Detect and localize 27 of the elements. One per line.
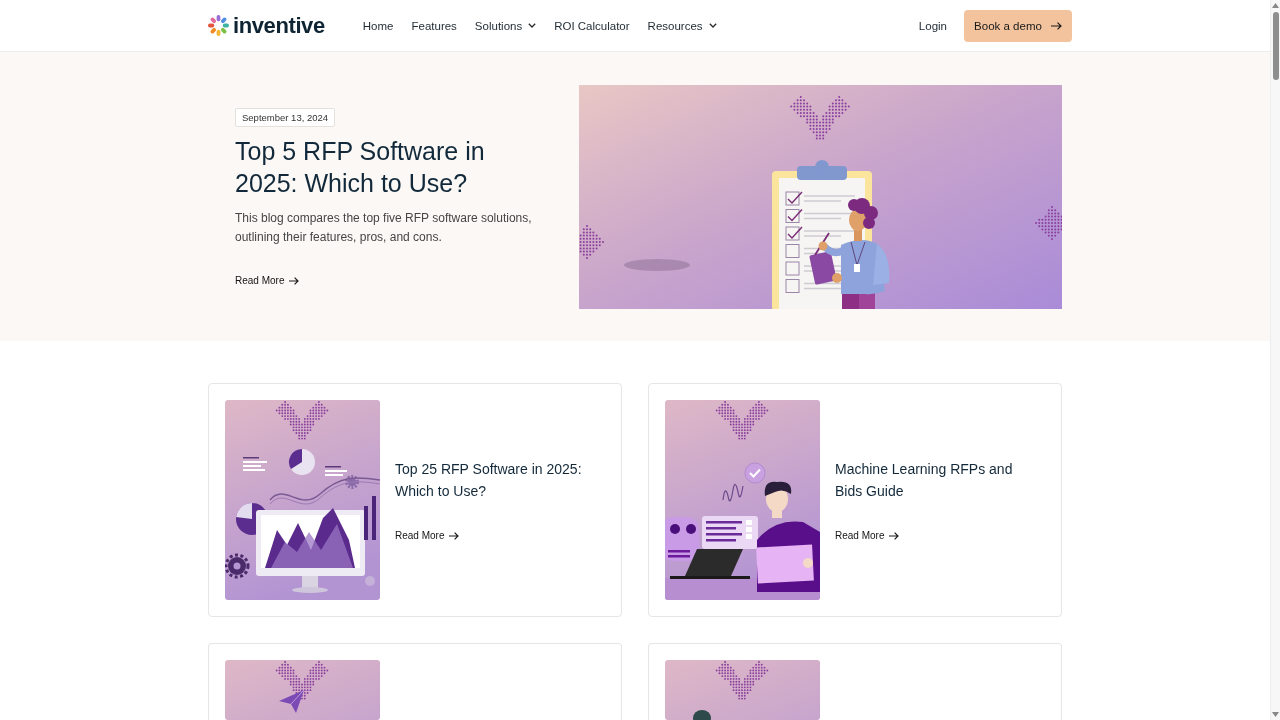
article-summary: This blog compares the top five RFP software solutions, outlining their features, pros, and cons. [235, 209, 533, 246]
arrow-right-icon [449, 532, 460, 540]
read-more-link[interactable]: Read More [835, 530, 900, 542]
article-title: Top 5 RFP Software in 2025: Which to Use? [235, 135, 486, 199]
read-more-link[interactable]: Read More [235, 274, 300, 287]
scroll-up-icon[interactable] [1272, 3, 1279, 8]
nav-link[interactable]: Home [362, 19, 394, 32]
scrollbar[interactable] [1270, 0, 1280, 720]
logo-link[interactable]: inventive [208, 12, 325, 39]
read-more-link[interactable]: Read More [395, 530, 460, 542]
nav-link[interactable]: Solutions [474, 19, 537, 32]
chevron-down-icon [528, 23, 537, 28]
article-title: Machine Learning RFPs and Bids Guide [835, 460, 1014, 501]
chevron-down-icon [708, 23, 717, 28]
date-badge: September 13, 2024 [235, 107, 336, 127]
article-title: Top 25 RFP Software in 2025: Which to Use? [395, 460, 583, 501]
scroll-down-icon[interactable] [1272, 712, 1279, 717]
nav-link[interactable]: ROI Calculator [554, 19, 630, 32]
arrow-right-icon [1050, 21, 1062, 30]
nav-link[interactable]: Resources [647, 19, 717, 32]
arrow-right-icon [889, 532, 900, 540]
login-link[interactable]: Login [918, 19, 947, 32]
book-demo-button[interactable]: Book a demo [964, 9, 1072, 42]
flower-logo-icon [208, 15, 229, 36]
arrow-right-icon [289, 276, 300, 285]
nav-link[interactable]: Features [411, 19, 457, 32]
scroll-thumb[interactable] [1272, 12, 1279, 80]
